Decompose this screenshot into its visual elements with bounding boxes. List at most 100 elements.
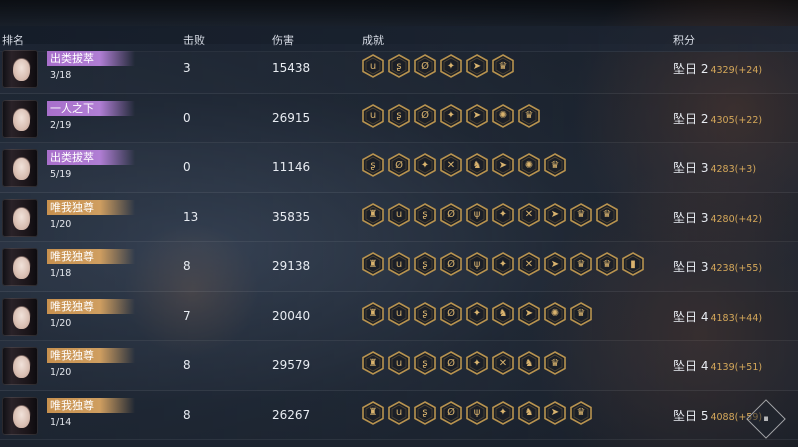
achievement-badge-icon[interactable]: ψ <box>466 202 488 227</box>
achievement-glyph: ✦ <box>498 209 508 220</box>
achievement-badge-icon[interactable]: ʂ <box>414 351 436 375</box>
achievement-badge-icon[interactable]: ✺ <box>518 153 540 177</box>
achievement-badge-icon[interactable]: ♛ <box>570 400 592 425</box>
achievement-badge-icon[interactable]: ✦ <box>492 202 514 227</box>
avatar[interactable] <box>2 347 38 385</box>
achievement-badge-icon[interactable]: Ø <box>388 153 410 177</box>
achievement-badge-icon[interactable]: Ø <box>440 252 462 276</box>
achievement-badge-icon[interactable]: ➤ <box>544 400 566 425</box>
title-badge: 唯我独尊 <box>47 397 135 413</box>
achievement-badge-icon[interactable]: Ø <box>440 202 462 227</box>
player-row[interactable]: 一人之下 2/19 0 26915 ս ʂ Ø ✦ ➤ ✺ ♛ 坠日 2 4305(+22) <box>0 93 798 143</box>
achievement-badge-icon[interactable]: ♞ <box>518 400 540 425</box>
rank-label: 坠日 4 <box>673 359 709 373</box>
score-cell: 坠日 2 4329(+24) <box>673 60 762 77</box>
achievement-badge-icon[interactable]: ʂ <box>414 301 436 326</box>
achievement-glyph: ➤ <box>524 308 534 319</box>
achievement-badge-icon[interactable]: ➤ <box>466 103 488 128</box>
achievement-badge-icon[interactable]: ➤ <box>518 301 540 326</box>
player-row[interactable]: 唯我独尊1/14826267♜սʂØψ✦♞➤♛坠日 54088(+59) <box>0 390 798 440</box>
achievement-badge-icon[interactable]: ս <box>362 103 384 128</box>
achievement-badge-icon[interactable]: ✦ <box>492 400 514 425</box>
player-row[interactable]: 唯我独尊 1/20 8 29579 ♜ ս ʂ Ø ✦ ✕ ♞ ♛ 坠日 4 4139(+51) <box>0 341 798 391</box>
player-row[interactable]: 出类拔萃 5/19 0 11146 ʂ Ø ✦ ✕ ♞ ➤ ✺ ♛ 坠日 3 4283(+3) <box>0 143 798 193</box>
achievement-glyph: ✦ <box>420 159 430 171</box>
achievement-badge-icon[interactable]: ♞ <box>518 351 540 375</box>
player-row[interactable]: 唯我独尊 1/20 13 35835 ♜ ս ʂ Øψ ✦ ✕ ➤ ♛ ♛ 坠日 3 4280(+42) <box>0 192 798 242</box>
achievement-badge-icon[interactable]: ս <box>362 54 384 78</box>
achievement-badge-icon[interactable]: ս <box>388 301 410 326</box>
avatar[interactable] <box>2 248 38 286</box>
achievement-badge-icon[interactable]: ʂ <box>388 54 410 78</box>
achievement-badge-icon[interactable]: ✕ <box>518 252 540 276</box>
achievement-badge-icon[interactable]: ✦ <box>466 301 488 326</box>
achievement-badge-icon[interactable]: ψ <box>466 252 488 276</box>
achievement-badge-icon[interactable]: Ø <box>414 103 436 128</box>
achievement-badge-icon[interactable]: ս <box>388 202 410 227</box>
achievement-badge-icon[interactable]: ✕ <box>492 351 514 375</box>
player-row[interactable]: 唯我独尊 1/20 7 20040 ♜ ս ʂ Ø ✦ ♞ ➤ ✺ ♛ 坠日 4 4183(+44) <box>0 291 798 341</box>
achievement-badge-icon[interactable]: ♛ <box>544 153 566 177</box>
achievement-badge-icon[interactable]: ♛ <box>596 252 618 276</box>
achievement-badge-icon[interactable]: Ø <box>440 400 462 425</box>
achievement-badge-icon[interactable]: ✺ <box>544 301 566 326</box>
achievement-badge-icon[interactable]: ս <box>388 351 410 375</box>
achievement-badge-icon[interactable]: ➤ <box>492 153 514 177</box>
achievement-badge-icon[interactable]: ✦ <box>492 252 514 276</box>
achievement-badge-icon[interactable]: ♛ <box>570 301 592 326</box>
achievement-badge-icon[interactable]: Ø <box>440 351 462 375</box>
achievement-glyph: ʂ <box>422 357 428 369</box>
avatar[interactable] <box>2 396 38 435</box>
avatar[interactable] <box>2 198 38 237</box>
achievement-badge-icon[interactable]: ♜ <box>362 400 384 425</box>
achievement-glyph: Ø <box>447 258 455 270</box>
achievement-badge-icon[interactable]: ս <box>388 400 410 425</box>
achievement-badge-icon[interactable]: ʂ <box>414 400 436 425</box>
achievement-badge-icon[interactable]: ♜ <box>362 351 384 375</box>
achievement-badge-icon[interactable]: ♞ <box>466 153 488 177</box>
achievement-badge-icon[interactable]: ʂ <box>414 252 436 276</box>
achievement-badge-icon[interactable]: ♞ <box>492 301 514 326</box>
rank-label: 坠日 4 <box>673 309 709 324</box>
achievement-badge-icon[interactable]: Ø <box>414 54 436 78</box>
achievement-badge-icon[interactable]: ➤ <box>544 252 566 276</box>
achievement-badge-icon[interactable]: ♛ <box>518 103 540 128</box>
score-cell: 坠日 3 4283(+3) <box>673 159 756 176</box>
achievement-badge-icon[interactable]: ➤ <box>544 202 566 227</box>
achievement-badge-icon[interactable]: ✦ <box>414 153 436 177</box>
achievement-glyph: Ø <box>447 407 455 418</box>
avatar[interactable] <box>2 99 38 138</box>
player-row[interactable]: 唯我独尊 1/18 8 29138 ♜ ս ʂ Øψ ✦ ✕ ➤ ♛ ♛ ▮ 坠日 3 4238(+55) <box>0 242 798 292</box>
achievement-badge-icon[interactable]: ψ <box>466 400 488 425</box>
achievement-badge-icon[interactable]: ♜ <box>362 252 384 276</box>
achievement-badge-icon[interactable]: Ø <box>440 301 462 326</box>
achievement-badge-icon[interactable]: ʂ <box>388 103 410 128</box>
achievement-glyph: ✕ <box>524 258 534 270</box>
achievement-badge-icon[interactable]: ✦ <box>466 351 488 375</box>
achievement-glyph: ♛ <box>498 60 508 72</box>
achievement-glyph: ψ <box>473 407 481 418</box>
achievement-badge-icon[interactable]: ♛ <box>596 202 618 227</box>
avatar[interactable] <box>2 297 38 336</box>
achievement-badge-icon[interactable]: ♛ <box>570 202 592 227</box>
achievement-glyph: ♛ <box>550 357 560 369</box>
achievement-badge-icon[interactable]: ✕ <box>518 202 540 227</box>
achievement-badge-icon[interactable]: ▮ <box>622 252 644 276</box>
avatar[interactable] <box>2 149 38 187</box>
achievement-badge-icon[interactable]: ♛ <box>544 351 566 375</box>
achievement-badge-icon[interactable]: ✺ <box>492 103 514 128</box>
achievement-badge-icon[interactable]: ♜ <box>362 301 384 326</box>
achievement-badge-icon[interactable]: ♛ <box>492 54 514 78</box>
player-row[interactable]: 出类拔萃 3/18 3 15438 ս ʂ Ø ✦ ➤ ♛ 坠日 2 4329(+24) <box>0 44 798 94</box>
achievement-badge-icon[interactable]: ✕ <box>440 153 462 177</box>
achievement-badge-icon[interactable]: ➤ <box>466 54 488 78</box>
achievement-badge-icon[interactable]: ʂ <box>362 153 384 177</box>
achievement-badge-icon[interactable]: ս <box>388 252 410 276</box>
achievement-badge-icon[interactable]: ✦ <box>440 103 462 128</box>
achievement-badge-icon[interactable]: ʂ <box>414 202 436 227</box>
avatar[interactable] <box>2 50 38 88</box>
achievement-glyph: Ø <box>421 60 429 72</box>
achievement-badge-icon[interactable]: ♛ <box>570 252 592 276</box>
achievement-badge-icon[interactable]: ♜ <box>362 202 384 227</box>
achievement-badge-icon[interactable]: ✦ <box>440 54 462 78</box>
